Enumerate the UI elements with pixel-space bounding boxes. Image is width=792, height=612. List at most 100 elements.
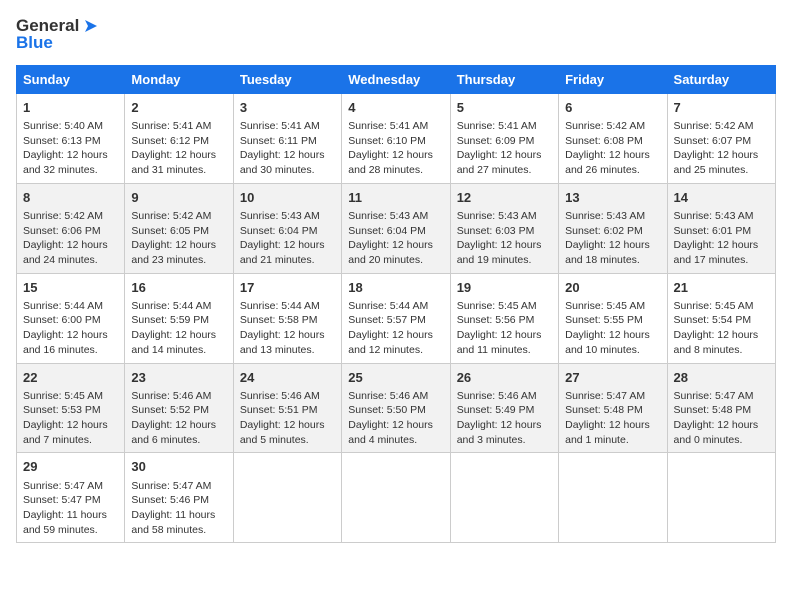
daylight-label: Daylight: 12 hours and 5 minutes.	[240, 418, 335, 447]
day-number: 2	[131, 99, 226, 117]
sunset-info: Sunset: 6:10 PM	[348, 134, 443, 149]
sunset-info: Sunset: 5:55 PM	[565, 313, 660, 328]
sunrise-info: Sunrise: 5:46 AM	[240, 389, 335, 404]
calendar-cell	[342, 453, 450, 543]
day-number: 30	[131, 458, 226, 476]
sunset-info: Sunset: 6:04 PM	[348, 224, 443, 239]
calendar-cell: 26 Sunrise: 5:46 AM Sunset: 5:49 PM Dayl…	[450, 363, 558, 453]
sunset-info: Sunset: 5:48 PM	[565, 403, 660, 418]
sunrise-info: Sunrise: 5:47 AM	[565, 389, 660, 404]
calendar-cell: 11 Sunrise: 5:43 AM Sunset: 6:04 PM Dayl…	[342, 183, 450, 273]
logo-arrow-icon	[81, 16, 101, 36]
daylight-label: Daylight: 12 hours and 7 minutes.	[23, 418, 118, 447]
daylight-label: Daylight: 12 hours and 4 minutes.	[348, 418, 443, 447]
day-number: 29	[23, 458, 118, 476]
daylight-label: Daylight: 12 hours and 27 minutes.	[457, 148, 552, 177]
calendar-cell: 18 Sunrise: 5:44 AM Sunset: 5:57 PM Dayl…	[342, 273, 450, 363]
daylight-label: Daylight: 12 hours and 11 minutes.	[457, 328, 552, 357]
calendar-cell	[233, 453, 341, 543]
sunset-info: Sunset: 6:05 PM	[131, 224, 226, 239]
sunrise-info: Sunrise: 5:42 AM	[131, 209, 226, 224]
daylight-label: Daylight: 12 hours and 10 minutes.	[565, 328, 660, 357]
sunrise-info: Sunrise: 5:46 AM	[348, 389, 443, 404]
calendar-cell: 29 Sunrise: 5:47 AM Sunset: 5:47 PM Dayl…	[17, 453, 125, 543]
calendar-cell: 14 Sunrise: 5:43 AM Sunset: 6:01 PM Dayl…	[667, 183, 775, 273]
sunset-info: Sunset: 6:03 PM	[457, 224, 552, 239]
day-number: 5	[457, 99, 552, 117]
daylight-label: Daylight: 12 hours and 12 minutes.	[348, 328, 443, 357]
day-number: 1	[23, 99, 118, 117]
day-number: 20	[565, 279, 660, 297]
calendar-week-row: 1 Sunrise: 5:40 AM Sunset: 6:13 PM Dayli…	[17, 93, 776, 183]
sunrise-info: Sunrise: 5:47 AM	[674, 389, 769, 404]
daylight-label: Daylight: 12 hours and 25 minutes.	[674, 148, 769, 177]
calendar-cell: 8 Sunrise: 5:42 AM Sunset: 6:06 PM Dayli…	[17, 183, 125, 273]
calendar-cell	[450, 453, 558, 543]
day-number: 26	[457, 369, 552, 387]
sunset-info: Sunset: 5:57 PM	[348, 313, 443, 328]
day-number: 10	[240, 189, 335, 207]
header-sunday: Sunday	[17, 65, 125, 93]
day-number: 4	[348, 99, 443, 117]
sunset-info: Sunset: 6:04 PM	[240, 224, 335, 239]
daylight-label: Daylight: 12 hours and 1 minute.	[565, 418, 660, 447]
daylight-label: Daylight: 12 hours and 3 minutes.	[457, 418, 552, 447]
sunrise-info: Sunrise: 5:43 AM	[457, 209, 552, 224]
sunrise-info: Sunrise: 5:44 AM	[348, 299, 443, 314]
sunset-info: Sunset: 5:49 PM	[457, 403, 552, 418]
daylight-label: Daylight: 12 hours and 28 minutes.	[348, 148, 443, 177]
sunset-info: Sunset: 6:02 PM	[565, 224, 660, 239]
day-number: 22	[23, 369, 118, 387]
sunrise-info: Sunrise: 5:42 AM	[565, 119, 660, 134]
day-number: 9	[131, 189, 226, 207]
sunset-info: Sunset: 6:11 PM	[240, 134, 335, 149]
day-number: 13	[565, 189, 660, 207]
day-number: 23	[131, 369, 226, 387]
sunrise-info: Sunrise: 5:46 AM	[457, 389, 552, 404]
calendar-cell: 3 Sunrise: 5:41 AM Sunset: 6:11 PM Dayli…	[233, 93, 341, 183]
sunset-info: Sunset: 6:12 PM	[131, 134, 226, 149]
daylight-label: Daylight: 12 hours and 13 minutes.	[240, 328, 335, 357]
sunset-info: Sunset: 6:01 PM	[674, 224, 769, 239]
sunrise-info: Sunrise: 5:45 AM	[23, 389, 118, 404]
day-number: 24	[240, 369, 335, 387]
sunrise-info: Sunrise: 5:47 AM	[131, 479, 226, 494]
day-number: 11	[348, 189, 443, 207]
calendar-cell: 23 Sunrise: 5:46 AM Sunset: 5:52 PM Dayl…	[125, 363, 233, 453]
calendar-cell: 22 Sunrise: 5:45 AM Sunset: 5:53 PM Dayl…	[17, 363, 125, 453]
page-header: General Blue	[16, 16, 776, 53]
sunrise-info: Sunrise: 5:41 AM	[131, 119, 226, 134]
daylight-label: Daylight: 12 hours and 8 minutes.	[674, 328, 769, 357]
day-number: 14	[674, 189, 769, 207]
sunset-info: Sunset: 5:59 PM	[131, 313, 226, 328]
sunrise-info: Sunrise: 5:40 AM	[23, 119, 118, 134]
sunrise-info: Sunrise: 5:45 AM	[674, 299, 769, 314]
calendar-cell: 21 Sunrise: 5:45 AM Sunset: 5:54 PM Dayl…	[667, 273, 775, 363]
sunrise-info: Sunrise: 5:42 AM	[23, 209, 118, 224]
daylight-label: Daylight: 12 hours and 20 minutes.	[348, 238, 443, 267]
calendar-week-row: 15 Sunrise: 5:44 AM Sunset: 6:00 PM Dayl…	[17, 273, 776, 363]
calendar-cell: 27 Sunrise: 5:47 AM Sunset: 5:48 PM Dayl…	[559, 363, 667, 453]
logo: General Blue	[16, 16, 101, 53]
sunset-info: Sunset: 5:52 PM	[131, 403, 226, 418]
daylight-label: Daylight: 12 hours and 6 minutes.	[131, 418, 226, 447]
sunset-info: Sunset: 6:09 PM	[457, 134, 552, 149]
sunset-info: Sunset: 5:54 PM	[674, 313, 769, 328]
header-monday: Monday	[125, 65, 233, 93]
sunset-info: Sunset: 5:58 PM	[240, 313, 335, 328]
sunrise-info: Sunrise: 5:43 AM	[240, 209, 335, 224]
calendar-cell	[667, 453, 775, 543]
sunset-info: Sunset: 6:07 PM	[674, 134, 769, 149]
daylight-label: Daylight: 12 hours and 0 minutes.	[674, 418, 769, 447]
calendar-cell: 24 Sunrise: 5:46 AM Sunset: 5:51 PM Dayl…	[233, 363, 341, 453]
day-number: 12	[457, 189, 552, 207]
header-friday: Friday	[559, 65, 667, 93]
daylight-label: Daylight: 12 hours and 16 minutes.	[23, 328, 118, 357]
sunrise-info: Sunrise: 5:43 AM	[674, 209, 769, 224]
sunrise-info: Sunrise: 5:41 AM	[457, 119, 552, 134]
calendar-cell: 10 Sunrise: 5:43 AM Sunset: 6:04 PM Dayl…	[233, 183, 341, 273]
calendar-cell: 12 Sunrise: 5:43 AM Sunset: 6:03 PM Dayl…	[450, 183, 558, 273]
sunrise-info: Sunrise: 5:42 AM	[674, 119, 769, 134]
header-thursday: Thursday	[450, 65, 558, 93]
daylight-label: Daylight: 12 hours and 26 minutes.	[565, 148, 660, 177]
